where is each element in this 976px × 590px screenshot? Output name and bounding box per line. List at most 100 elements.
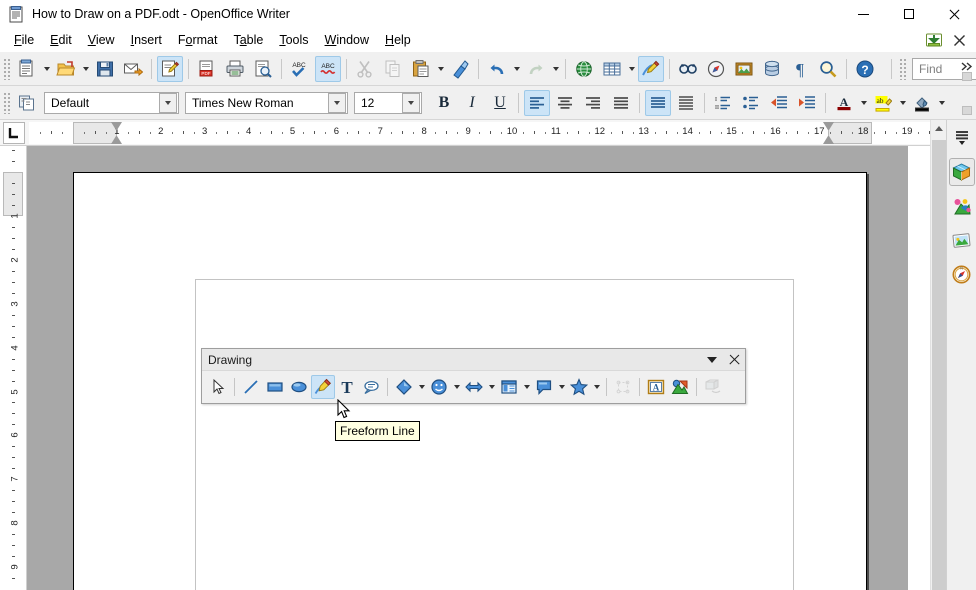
tab-stop-selector[interactable] <box>3 121 25 144</box>
highlighting-dropdown[interactable] <box>897 90 908 116</box>
clone-formatting-button[interactable] <box>447 56 473 82</box>
paragraph-style-combo[interactable]: Default <box>44 91 179 114</box>
vertical-ruler[interactable]: 1 2 3 4 5 6 7 8 9 <box>0 146 27 590</box>
maximize-button[interactable] <box>886 0 931 28</box>
data-sources-button[interactable] <box>759 56 785 82</box>
save-button[interactable] <box>92 56 118 82</box>
email-document-button[interactable] <box>120 56 146 82</box>
decrease-indent-button[interactable] <box>766 90 792 116</box>
spelling-button[interactable]: ABC <box>287 56 313 82</box>
increase-indent-button[interactable] <box>794 90 820 116</box>
paste-button[interactable] <box>408 56 434 82</box>
first-line-indent-marker[interactable] <box>111 121 123 130</box>
find-toolbar-grip[interactable] <box>899 57 907 80</box>
unordered-list-button[interactable] <box>738 90 764 116</box>
fontwork-gallery-button[interactable]: A <box>644 375 668 399</box>
undo-button[interactable] <box>484 56 510 82</box>
basic-shapes-tool[interactable] <box>392 375 416 399</box>
drawing-toolbar[interactable]: Drawing T A <box>201 348 746 404</box>
save-download-icon[interactable] <box>925 31 943 49</box>
callouts-tool[interactable] <box>359 375 383 399</box>
find-toolbar-overflow[interactable] <box>960 54 974 84</box>
undo-dropdown[interactable] <box>511 56 522 82</box>
bold-button[interactable]: B <box>431 90 457 116</box>
show-draw-functions-button[interactable] <box>638 55 664 82</box>
sidebar-item-styles[interactable] <box>949 192 975 220</box>
table-dropdown[interactable] <box>626 56 637 82</box>
block-arrows-tool[interactable] <box>462 375 486 399</box>
apply-style-button[interactable] <box>14 90 40 116</box>
ellipse-tool[interactable] <box>287 375 311 399</box>
rectangle-tool[interactable] <box>263 375 287 399</box>
drawing-toolbar-close-button[interactable] <box>723 350 745 370</box>
edit-file-button[interactable] <box>157 55 183 82</box>
flowchart-dropdown[interactable] <box>521 375 532 399</box>
sidebar-item-properties[interactable] <box>948 158 975 186</box>
paragraph-style-dropdown[interactable] <box>159 92 177 113</box>
toolbar-grip[interactable] <box>3 91 11 114</box>
select-tool[interactable] <box>206 375 230 399</box>
print-preview-button[interactable] <box>250 56 276 82</box>
menu-table[interactable]: Table <box>225 29 271 51</box>
block-arrows-dropdown[interactable] <box>486 375 497 399</box>
font-name-dropdown[interactable] <box>328 92 346 113</box>
menu-tools[interactable]: Tools <box>271 29 316 51</box>
stars-tool[interactable] <box>567 375 591 399</box>
ordered-list-button[interactable]: I II <box>710 90 736 116</box>
table-button[interactable] <box>599 56 625 82</box>
italic-button[interactable]: I <box>459 90 485 116</box>
formatting-marks-button[interactable]: ¶ <box>787 56 813 82</box>
callout-shapes-dropdown[interactable] <box>556 375 567 399</box>
background-color-dropdown[interactable] <box>936 90 947 116</box>
horizontal-ruler[interactable]: 1 2 3 4 5 6 7 8 9 10 11 12 13 14 15 16 17 18 19 <box>29 121 974 144</box>
background-color-button[interactable] <box>909 90 935 116</box>
new-dropdown[interactable] <box>41 56 52 82</box>
line-tool[interactable] <box>239 375 263 399</box>
left-indent-marker[interactable] <box>111 135 123 144</box>
sidebar-item-gallery[interactable] <box>949 226 975 254</box>
justified-button[interactable] <box>608 90 634 116</box>
font-color-button[interactable]: A <box>831 90 857 116</box>
menu-window[interactable]: Window <box>317 29 377 51</box>
callout-shapes-tool[interactable] <box>532 375 556 399</box>
minimize-button[interactable] <box>841 0 886 28</box>
paste-dropdown[interactable] <box>435 56 446 82</box>
toolbar-grip[interactable] <box>3 57 11 80</box>
formatting-toolbar-overflow[interactable] <box>960 88 974 118</box>
menu-format[interactable]: Format <box>170 29 226 51</box>
align-left-button[interactable] <box>524 89 550 116</box>
scrollbar-thumb[interactable] <box>932 140 946 590</box>
menu-edit[interactable]: Edit <box>42 29 80 51</box>
sidebar-item-navigator[interactable]: N <box>949 260 975 288</box>
menu-file[interactable]: File <box>6 29 42 51</box>
highlighting-button[interactable]: ab <box>870 90 896 116</box>
zoom-button[interactable] <box>815 56 841 82</box>
open-button[interactable] <box>53 56 79 82</box>
basic-shapes-dropdown[interactable] <box>416 375 427 399</box>
navigator-button[interactable] <box>703 56 729 82</box>
sidebar-settings[interactable] <box>949 124 975 152</box>
autospellcheck-button[interactable]: ABC <box>315 55 341 82</box>
menu-view[interactable]: View <box>80 29 123 51</box>
export-pdf-button[interactable]: PDF <box>194 56 220 82</box>
right-indent-marker[interactable] <box>822 135 834 144</box>
menu-help[interactable]: Help <box>377 29 419 51</box>
font-color-dropdown[interactable] <box>858 90 869 116</box>
font-size-dropdown[interactable] <box>402 92 420 113</box>
from-file-button[interactable] <box>668 375 692 399</box>
stars-dropdown[interactable] <box>591 375 602 399</box>
hyperlink-button[interactable] <box>571 56 597 82</box>
close-window-button[interactable] <box>931 0 976 28</box>
symbol-shapes-dropdown[interactable] <box>451 375 462 399</box>
align-center-button[interactable] <box>552 90 578 116</box>
font-name-combo[interactable]: Times New Roman <box>185 91 348 114</box>
align-right-button[interactable] <box>580 90 606 116</box>
font-size-combo[interactable]: 12 <box>354 91 422 114</box>
print-button[interactable] <box>222 56 248 82</box>
new-button[interactable] <box>14 56 40 82</box>
right-indent-marker-top[interactable] <box>822 121 834 130</box>
line-spacing-button[interactable] <box>645 89 671 116</box>
freeform-line-tool[interactable] <box>311 375 335 399</box>
drawing-toolbar-options-button[interactable] <box>701 350 723 370</box>
open-dropdown[interactable] <box>80 56 91 82</box>
